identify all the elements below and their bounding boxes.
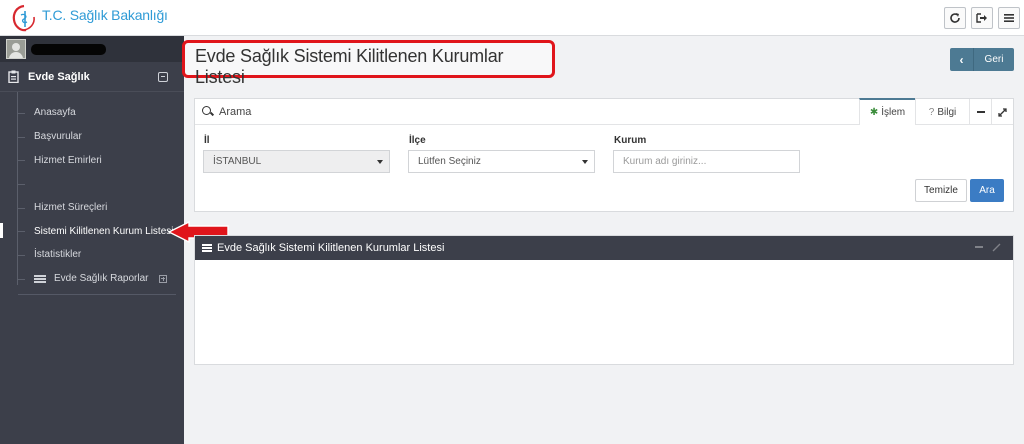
menu-icon [1004,14,1014,22]
expand-icon[interactable] [992,243,1001,252]
clear-button[interactable]: Temizle [915,179,967,202]
sidebar-item-label: Hizmet Emirleri [34,154,102,166]
expand-icon [998,107,1007,117]
sidebar-item-hizmet-surecleri[interactable]: Hizmet Süreçleri [0,196,184,220]
kurum-label: Kurum [614,135,647,146]
list-icon [202,244,212,252]
minus-icon [976,111,985,113]
sidebar-item-label: Hizmet Süreçleri [34,202,108,214]
caret-down-icon [582,160,588,164]
sidebar-divider [18,294,176,295]
back-button-label: Geri [984,54,1004,65]
chevron-left-icon: ‹ [950,48,974,71]
il-select[interactable]: İSTANBUL [203,150,390,173]
sidebar-item-label: Anasayfa [34,107,76,119]
minimize-button[interactable] [969,99,991,125]
logout-button[interactable] [971,7,993,29]
refresh-icon [950,13,960,23]
search-button[interactable]: Ara [970,179,1004,202]
results-panel-title: Evde Sağlık Sistemi Kilitlenen Kurumlar … [217,242,445,254]
sidebar-section-label: Evde Sağlık [28,70,90,83]
ministry-logo[interactable]: T.C. Sağlık Bakanlığı [10,3,168,33]
ilce-select[interactable]: Lütfen Seçiniz [408,150,595,173]
sidebar-item-label: Başvurular [34,131,82,143]
minus-icon[interactable] [975,243,983,251]
menu-button[interactable] [998,7,1020,29]
kurum-input[interactable]: Kurum adı giriniz... [613,150,800,173]
collapse-icon[interactable] [158,71,168,82]
results-panel-header: Evde Sağlık Sistemi Kilitlenen Kurumlar … [195,236,1013,260]
sidebar-item-label: Evde Sağlık Raporlar [54,273,149,285]
sidebar-item-istatistikler[interactable]: İstatistikler [0,243,184,267]
clipboard-icon [8,70,19,83]
tab-bilgi-label: Bilgi [937,106,957,118]
sidebar: Evde Sağlık Anasayfa Başvurular Hizmet E… [0,36,184,444]
page-title: Evde Sağlık Sistemi Kilitlenen Kurumlar … [195,46,504,87]
il-select-value: İSTANBUL [213,156,262,167]
gear-icon: ✱ [869,107,879,118]
avatar [6,39,26,59]
expand-button[interactable] [991,99,1013,125]
sidebar-section-evde-saglik[interactable]: Evde Sağlık [0,62,184,92]
logout-icon [976,13,987,23]
sidebar-item-anasayfa[interactable]: Anasayfa [0,101,184,125]
kurum-input-placeholder: Kurum adı giriniz... [623,156,707,167]
search-icon [202,105,214,118]
question-icon: ? [928,106,935,118]
sidebar-nav: Anasayfa Başvurular Hizmet Emirleri Hizm… [0,92,184,291]
tab-bilgi[interactable]: ? Bilgi [915,99,969,125]
ilce-select-value: Lütfen Seçiniz [418,156,481,167]
tab-islem-label: İşlem [881,107,906,118]
sidebar-item-evde-saglik-raporlar[interactable]: Evde Sağlık Raporlar [0,267,184,291]
page-title-highlight: Evde Sağlık Sistemi Kilitlenen Kurumlar … [182,40,555,87]
refresh-button[interactable] [944,7,966,29]
list-icon [34,274,46,283]
search-panel-header: Arama ✱ İşlem ? Bilgi [195,98,1013,125]
search-panel-title: Arama [219,105,252,118]
ministry-emblem-icon [10,3,38,33]
results-panel: Evde Sağlık Sistemi Kilitlenen Kurumlar … [194,235,1014,365]
il-label: İl [204,135,210,146]
ilce-label: İlçe [409,135,426,146]
sidebar-item-kilitlenen-kurum-listesi[interactable]: Sistemi Kilitlenen Kurum Listesi [0,219,184,243]
top-bar: T.C. Sağlık Bakanlığı [0,0,1024,36]
sidebar-item-hizmet-emirleri[interactable]: Hizmet Emirleri [0,148,184,172]
sidebar-item-basvurular[interactable]: Başvurular [0,125,184,149]
search-panel: Arama ✱ İşlem ? Bilgi İl İlçe Kurum İSTA… [194,98,1014,212]
caret-down-icon [377,160,383,164]
expand-icon[interactable] [159,274,167,283]
sidebar-item-label: İstatistikler [34,249,82,261]
tab-islem[interactable]: ✱ İşlem [859,98,915,125]
redacted-user-name [31,43,106,55]
sidebar-item-label: Sistemi Kilitlenen Kurum Listesi [34,225,174,237]
logo-text: T.C. Sağlık Bakanlığı [42,7,168,23]
back-button[interactable]: ‹ Geri [950,48,1014,71]
sidebar-item-blank[interactable] [0,172,184,196]
user-profile[interactable] [0,36,184,62]
